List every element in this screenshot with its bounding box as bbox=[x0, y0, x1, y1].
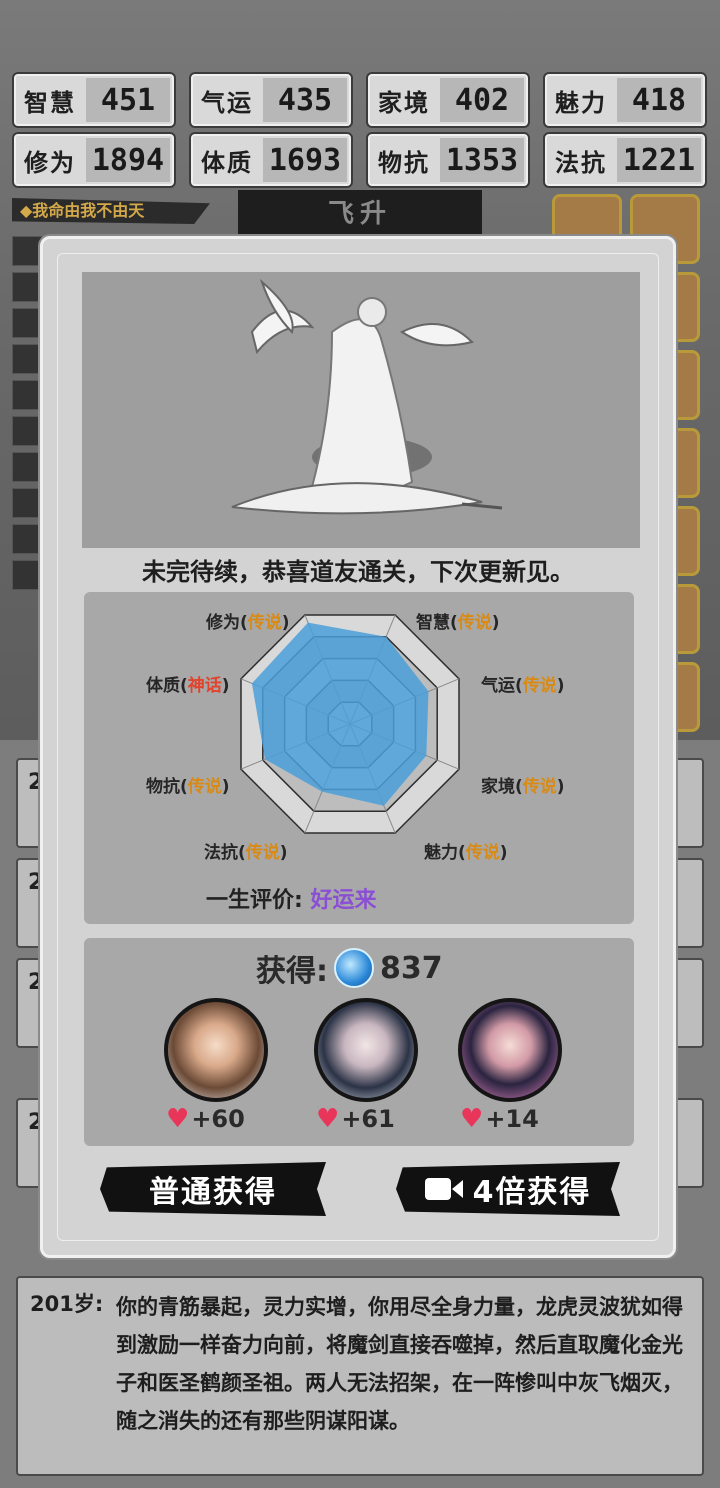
gain-label: 获得: bbox=[256, 954, 328, 989]
radar-label-phys-resist: 物抗(传说) bbox=[146, 777, 230, 797]
radar-label-luck: 气运(传说) bbox=[481, 676, 565, 696]
stat-value: 451 bbox=[86, 78, 170, 122]
stat-value: 435 bbox=[263, 78, 347, 122]
stat-luck: 气运 435 bbox=[189, 72, 353, 128]
favor-gain-1: ♥ +60 bbox=[166, 1104, 245, 1134]
radar-label-cultivation: 修为(传说) bbox=[206, 613, 290, 633]
talent-row[interactable] bbox=[12, 488, 42, 518]
stat-value: 1221 bbox=[617, 138, 701, 182]
stat-label: 气运 bbox=[201, 88, 253, 117]
story-age: 201岁: bbox=[30, 1292, 104, 1316]
heart-icon: ♥ bbox=[316, 1104, 340, 1134]
stat-value: 1693 bbox=[263, 138, 347, 182]
story-text: 你的青筋暴起，灵力实增，你用尽全身力量，龙虎灵波犹如得到激励一样奋力向前，将魔剑… bbox=[116, 1295, 683, 1433]
companion-portrait-2[interactable] bbox=[314, 998, 418, 1102]
story-log-entry: 201岁: 你的青筋暴起，灵力实增，你用尽全身力量，龙虎灵波犹如得到激励一样奋力… bbox=[16, 1276, 704, 1476]
evaluation-value: 好运来 bbox=[310, 888, 377, 913]
talent-row[interactable] bbox=[12, 308, 42, 338]
stat-wisdom: 智慧 451 bbox=[12, 72, 176, 128]
talent-row[interactable] bbox=[12, 416, 42, 446]
stat-value: 1894 bbox=[86, 138, 170, 182]
radar-chart bbox=[240, 614, 460, 834]
stat-label: 修为 bbox=[24, 148, 76, 177]
stat-label: 物抗 bbox=[378, 148, 430, 177]
favor-gain-3: ♥ +14 bbox=[460, 1104, 539, 1134]
stat-value: 402 bbox=[440, 78, 524, 122]
talent-row[interactable] bbox=[12, 236, 42, 266]
radar-label-wisdom: 智慧(传说) bbox=[416, 613, 500, 633]
tab-ascend[interactable]: 飞升 bbox=[238, 190, 482, 238]
talent-row[interactable] bbox=[12, 452, 42, 482]
stat-label: 家境 bbox=[378, 88, 430, 117]
radar-label-physique: 体质(神话) bbox=[146, 676, 230, 696]
attribute-radar-panel bbox=[84, 592, 634, 924]
stat-phys-resist: 物抗 1353 bbox=[366, 132, 530, 188]
heart-icon: ♥ bbox=[166, 1104, 190, 1134]
companion-portrait-1[interactable] bbox=[164, 998, 268, 1102]
stat-physique: 体质 1693 bbox=[189, 132, 353, 188]
video-icon bbox=[424, 1178, 463, 1200]
companion-portrait-3[interactable] bbox=[458, 998, 562, 1102]
life-evaluation: 一生评价: 好运来 bbox=[206, 882, 377, 914]
talent-row[interactable] bbox=[12, 560, 42, 590]
evaluation-label: 一生评价: bbox=[206, 888, 303, 913]
gain-row: 获得: 837 bbox=[256, 946, 443, 990]
ascension-illustration bbox=[82, 272, 640, 548]
stat-label: 体质 bbox=[201, 148, 253, 177]
talent-row[interactable] bbox=[12, 380, 42, 410]
heart-icon: ♥ bbox=[460, 1104, 484, 1134]
stat-charm: 魅力 418 bbox=[543, 72, 707, 128]
normal-claim-button[interactable]: 普通获得 bbox=[100, 1162, 326, 1216]
stat-value: 418 bbox=[617, 78, 701, 122]
stat-label: 智慧 bbox=[24, 88, 76, 117]
video-claim-button[interactable]: 4倍获得 bbox=[396, 1162, 620, 1216]
stat-cultivation: 修为 1894 bbox=[12, 132, 176, 188]
radar-label-magic-resist: 法抗(传说) bbox=[204, 843, 288, 863]
stat-magic-resist: 法抗 1221 bbox=[543, 132, 707, 188]
favor-gain-2: ♥ +61 bbox=[316, 1104, 395, 1134]
spirit-orb-icon bbox=[334, 948, 374, 988]
talent-row[interactable] bbox=[12, 272, 42, 302]
stat-label: 法抗 bbox=[555, 148, 607, 177]
stat-value: 1353 bbox=[440, 138, 524, 182]
talent-row[interactable] bbox=[12, 524, 42, 554]
radar-label-charm: 魅力(传说) bbox=[424, 843, 508, 863]
gain-value: 837 bbox=[380, 950, 443, 986]
talent-row[interactable] bbox=[12, 344, 42, 374]
immortal-crane-art bbox=[231, 278, 503, 515]
stat-label: 魅力 bbox=[555, 88, 607, 117]
stat-family: 家境 402 bbox=[366, 72, 530, 128]
completion-message: 未完待续，恭喜道友通关，下次更新见。 bbox=[142, 558, 574, 586]
radar-label-family: 家境(传说) bbox=[481, 777, 565, 797]
